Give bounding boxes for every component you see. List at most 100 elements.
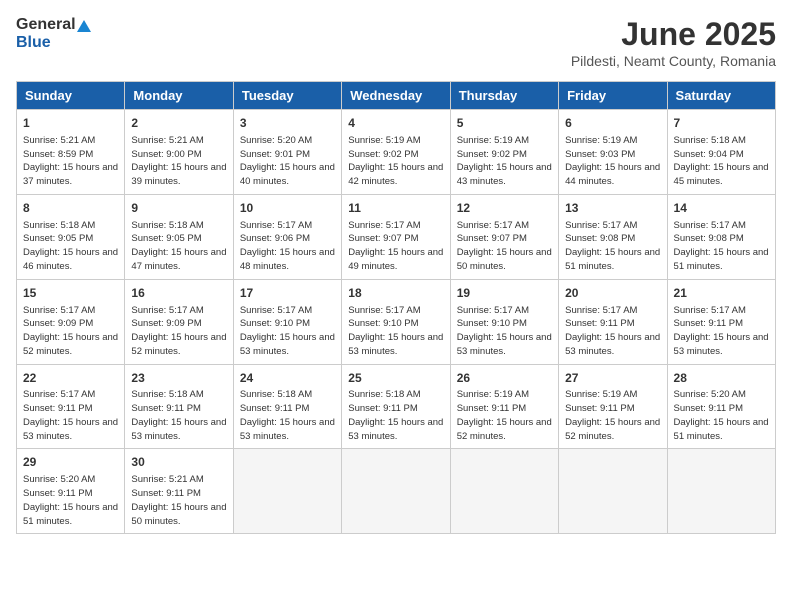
day-info: Sunrise: 5:19 AM Sunset: 9:02 PM Dayligh… xyxy=(348,134,443,189)
table-row: 7 Sunrise: 5:18 AM Sunset: 9:04 PM Daylig… xyxy=(667,110,775,195)
logo-general-text: General xyxy=(16,16,76,34)
day-info: Sunrise: 5:19 AM Sunset: 9:03 PM Dayligh… xyxy=(565,134,660,189)
day-number: 17 xyxy=(240,285,335,302)
table-row: 1 Sunrise: 5:21 AM Sunset: 8:59 PM Daylig… xyxy=(17,110,125,195)
day-info: Sunrise: 5:17 AM Sunset: 9:11 PM Dayligh… xyxy=(23,388,118,443)
calendar-header-sunday: Sunday xyxy=(17,82,125,110)
table-row: 9Sunrise: 5:18 AM Sunset: 9:05 PM Daylig… xyxy=(125,194,233,279)
day-info: Sunrise: 5:19 AM Sunset: 9:11 PM Dayligh… xyxy=(457,388,552,443)
table-row: 26Sunrise: 5:19 AM Sunset: 9:11 PM Dayli… xyxy=(450,364,558,449)
day-number: 8 xyxy=(23,200,118,217)
day-info: Sunrise: 5:18 AM Sunset: 9:11 PM Dayligh… xyxy=(240,388,335,443)
calendar-subtitle: Pildesti, Neamt County, Romania xyxy=(571,53,776,69)
table-row: 24Sunrise: 5:18 AM Sunset: 9:11 PM Dayli… xyxy=(233,364,341,449)
table-row: 27Sunrise: 5:19 AM Sunset: 9:11 PM Dayli… xyxy=(559,364,667,449)
table-row xyxy=(450,449,558,534)
day-number: 4 xyxy=(348,115,443,132)
day-info: Sunrise: 5:20 AM Sunset: 9:11 PM Dayligh… xyxy=(23,473,118,528)
calendar-table: SundayMondayTuesdayWednesdayThursdayFrid… xyxy=(16,81,776,534)
table-row: 20 Sunrise: 5:17 AM Sunset: 9:11 PM Dayli… xyxy=(559,279,667,364)
day-info: Sunrise: 5:17 AM Sunset: 9:11 PM Dayligh… xyxy=(674,304,769,359)
day-info: Sunrise: 5:17 AM Sunset: 9:06 PM Dayligh… xyxy=(240,219,335,274)
table-row: 16 Sunrise: 5:17 AM Sunset: 9:09 PM Dayli… xyxy=(125,279,233,364)
day-number: 1 xyxy=(23,115,118,132)
day-number: 27 xyxy=(565,370,660,387)
day-number: 19 xyxy=(457,285,552,302)
day-number: 20 xyxy=(565,285,660,302)
logo: General Blue xyxy=(16,16,91,52)
day-info: Sunrise: 5:17 AM Sunset: 9:10 PM Dayligh… xyxy=(348,304,443,359)
table-row: 8 Sunrise: 5:18 AM Sunset: 9:05 PM Daylig… xyxy=(17,194,125,279)
day-number: 6 xyxy=(565,115,660,132)
calendar-week-row: 1 Sunrise: 5:21 AM Sunset: 8:59 PM Daylig… xyxy=(17,110,776,195)
day-number: 18 xyxy=(348,285,443,302)
calendar-week-row: 15 Sunrise: 5:17 AM Sunset: 9:09 PM Dayli… xyxy=(17,279,776,364)
table-row: 14 Sunrise: 5:17 AM Sunset: 9:08 PM Dayli… xyxy=(667,194,775,279)
table-row: 30Sunrise: 5:21 AM Sunset: 9:11 PM Dayli… xyxy=(125,449,233,534)
day-info: Sunrise: 5:17 AM Sunset: 9:08 PM Dayligh… xyxy=(565,219,660,274)
day-info: Sunrise: 5:17 AM Sunset: 9:11 PM Dayligh… xyxy=(565,304,660,359)
table-row: 22Sunrise: 5:17 AM Sunset: 9:11 PM Dayli… xyxy=(17,364,125,449)
day-info: Sunrise: 5:18 AM Sunset: 9:11 PM Dayligh… xyxy=(131,388,226,443)
day-info: Sunrise: 5:17 AM Sunset: 9:07 PM Dayligh… xyxy=(348,219,443,274)
day-number: 10 xyxy=(240,200,335,217)
calendar-week-row: 8 Sunrise: 5:18 AM Sunset: 9:05 PM Daylig… xyxy=(17,194,776,279)
day-info: Sunrise: 5:21 AM Sunset: 9:11 PM Dayligh… xyxy=(131,473,226,528)
title-section: June 2025 Pildesti, Neamt County, Romani… xyxy=(571,16,776,69)
day-number: 21 xyxy=(674,285,769,302)
calendar-header-thursday: Thursday xyxy=(450,82,558,110)
day-number: 7 xyxy=(674,115,769,132)
calendar-header-row: SundayMondayTuesdayWednesdayThursdayFrid… xyxy=(17,82,776,110)
day-info: Sunrise: 5:18 AM Sunset: 9:11 PM Dayligh… xyxy=(348,388,443,443)
day-info: Sunrise: 5:18 AM Sunset: 9:05 PM Dayligh… xyxy=(23,219,118,274)
calendar-week-row: 29Sunrise: 5:20 AM Sunset: 9:11 PM Dayli… xyxy=(17,449,776,534)
calendar-header-monday: Monday xyxy=(125,82,233,110)
day-number: 16 xyxy=(131,285,226,302)
day-info: Sunrise: 5:17 AM Sunset: 9:09 PM Dayligh… xyxy=(23,304,118,359)
day-number: 28 xyxy=(674,370,769,387)
calendar-header-saturday: Saturday xyxy=(667,82,775,110)
day-info: Sunrise: 5:19 AM Sunset: 9:02 PM Dayligh… xyxy=(457,134,552,189)
day-number: 3 xyxy=(240,115,335,132)
table-row: 19 Sunrise: 5:17 AM Sunset: 9:10 PM Dayli… xyxy=(450,279,558,364)
table-row: 3 Sunrise: 5:20 AM Sunset: 9:01 PM Daylig… xyxy=(233,110,341,195)
logo-triangle-icon xyxy=(77,20,91,32)
day-number: 22 xyxy=(23,370,118,387)
day-number: 24 xyxy=(240,370,335,387)
calendar-header-wednesday: Wednesday xyxy=(342,82,450,110)
table-row: 18 Sunrise: 5:17 AM Sunset: 9:10 PM Dayli… xyxy=(342,279,450,364)
day-info: Sunrise: 5:17 AM Sunset: 9:07 PM Dayligh… xyxy=(457,219,552,274)
day-number: 13 xyxy=(565,200,660,217)
day-info: Sunrise: 5:21 AM Sunset: 8:59 PM Dayligh… xyxy=(23,134,118,189)
table-row: 21 Sunrise: 5:17 AM Sunset: 9:11 PM Dayli… xyxy=(667,279,775,364)
day-info: Sunrise: 5:19 AM Sunset: 9:11 PM Dayligh… xyxy=(565,388,660,443)
table-row: 12Sunrise: 5:17 AM Sunset: 9:07 PM Dayli… xyxy=(450,194,558,279)
calendar-week-row: 22Sunrise: 5:17 AM Sunset: 9:11 PM Dayli… xyxy=(17,364,776,449)
day-info: Sunrise: 5:17 AM Sunset: 9:10 PM Dayligh… xyxy=(240,304,335,359)
logo-blue-text: Blue xyxy=(16,34,51,52)
day-info: Sunrise: 5:21 AM Sunset: 9:00 PM Dayligh… xyxy=(131,134,226,189)
day-info: Sunrise: 5:20 AM Sunset: 9:01 PM Dayligh… xyxy=(240,134,335,189)
calendar-header-tuesday: Tuesday xyxy=(233,82,341,110)
day-number: 14 xyxy=(674,200,769,217)
table-row: 28Sunrise: 5:20 AM Sunset: 9:11 PM Dayli… xyxy=(667,364,775,449)
day-info: Sunrise: 5:17 AM Sunset: 9:10 PM Dayligh… xyxy=(457,304,552,359)
table-row: 25Sunrise: 5:18 AM Sunset: 9:11 PM Dayli… xyxy=(342,364,450,449)
day-number: 11 xyxy=(348,200,443,217)
day-info: Sunrise: 5:17 AM Sunset: 9:08 PM Dayligh… xyxy=(674,219,769,274)
day-info: Sunrise: 5:17 AM Sunset: 9:09 PM Dayligh… xyxy=(131,304,226,359)
day-info: Sunrise: 5:18 AM Sunset: 9:05 PM Dayligh… xyxy=(131,219,226,274)
day-number: 23 xyxy=(131,370,226,387)
table-row: 4 Sunrise: 5:19 AM Sunset: 9:02 PM Daylig… xyxy=(342,110,450,195)
day-info: Sunrise: 5:18 AM Sunset: 9:04 PM Dayligh… xyxy=(674,134,769,189)
table-row: 10 Sunrise: 5:17 AM Sunset: 9:06 PM Dayli… xyxy=(233,194,341,279)
table-row xyxy=(667,449,775,534)
calendar-title: June 2025 xyxy=(571,16,776,53)
day-number: 5 xyxy=(457,115,552,132)
table-row xyxy=(233,449,341,534)
table-row: 6 Sunrise: 5:19 AM Sunset: 9:03 PM Daylig… xyxy=(559,110,667,195)
table-row: 23Sunrise: 5:18 AM Sunset: 9:11 PM Dayli… xyxy=(125,364,233,449)
day-number: 15 xyxy=(23,285,118,302)
table-row: 5 Sunrise: 5:19 AM Sunset: 9:02 PM Daylig… xyxy=(450,110,558,195)
table-row: 2Sunrise: 5:21 AM Sunset: 9:00 PM Daylig… xyxy=(125,110,233,195)
